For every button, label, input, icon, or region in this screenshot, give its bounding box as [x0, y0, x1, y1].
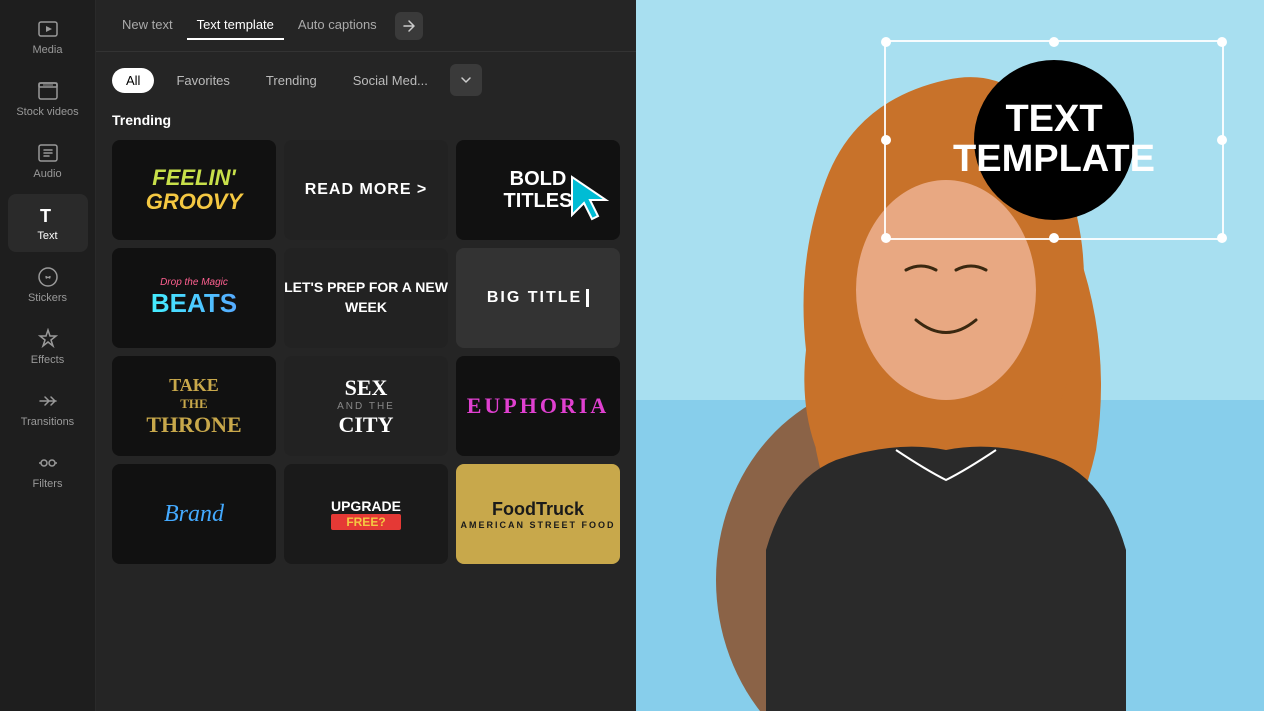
template-grid-row1: FEELIN' GROOVY READ MORE > BOLD TITLES	[112, 140, 620, 564]
sidebar-item-media[interactable]: Media	[8, 8, 88, 66]
filters-icon	[37, 452, 59, 474]
sidebar-filters-label: Filters	[33, 478, 63, 490]
template-card-beats[interactable]: Drop the Magic BEATS	[112, 248, 276, 348]
tabs-more-button[interactable]	[395, 12, 423, 40]
template-card-sex-city[interactable]: SEX AND THE CITY	[284, 356, 448, 456]
text-template-overlay[interactable]: TEXT TEMPLATE	[884, 40, 1224, 240]
template-card-bold-titles[interactable]: BOLD TITLES	[456, 140, 620, 240]
prep-week-text: LET'S PREP FOR A NEW WEEK	[284, 278, 448, 317]
sidebar-item-text[interactable]: T Text	[8, 194, 88, 252]
tab-auto-captions[interactable]: Auto captions	[288, 11, 387, 40]
template-card-feelin-groovy[interactable]: FEELIN' GROOVY	[112, 140, 276, 240]
take-text: TAKE	[146, 375, 241, 396]
sidebar-transitions-label: Transitions	[21, 416, 74, 428]
template-card-euphoria[interactable]: EUPHORIA	[456, 356, 620, 456]
sidebar-item-filters[interactable]: Filters	[8, 442, 88, 500]
media-icon	[37, 18, 59, 40]
templates-area: Trending FEELIN' GROOVY READ MORE >	[96, 108, 636, 711]
text-icon: T	[37, 204, 59, 226]
bold-titles-text: BOLD TITLES	[504, 168, 573, 212]
template-card-take-throne[interactable]: TAKE THE THRONE	[112, 356, 276, 456]
american-text: AMERICAN STREET FOOD	[460, 520, 615, 530]
sidebar-item-audio[interactable]: Audio	[8, 132, 88, 190]
audio-icon	[37, 142, 59, 164]
sidebar-item-effects[interactable]: Effects	[8, 318, 88, 376]
handle-top-middle[interactable]	[1049, 37, 1059, 47]
big-title-text: BIG TITLE	[487, 289, 589, 307]
sidebar-stock-label: Stock videos	[16, 106, 78, 118]
template-card-read-more[interactable]: READ MORE >	[284, 140, 448, 240]
filter-row: All Favorites Trending Social Med...	[96, 52, 636, 108]
throne-text: THRONE	[146, 412, 241, 438]
panel: New text Text template Auto captions All…	[96, 0, 636, 711]
template-card-big-title[interactable]: BIG TITLE	[456, 248, 620, 348]
main-canvas: TEXT TEMPLATE	[636, 0, 1264, 711]
beats-text: BEATS	[151, 288, 237, 319]
panel-tabs: New text Text template Auto captions	[96, 0, 636, 52]
sex-text: SEX	[337, 375, 395, 401]
filter-trending[interactable]: Trending	[252, 68, 331, 93]
upgrade-text: UPGRADE	[331, 498, 401, 514]
sidebar-item-transitions[interactable]: Transitions	[8, 380, 88, 438]
sidebar-item-stickers[interactable]: Stickers	[8, 256, 88, 314]
sidebar: Media Stock videos Audio	[0, 0, 96, 711]
sidebar-item-stock-videos[interactable]: Stock videos	[8, 70, 88, 128]
effects-icon	[37, 328, 59, 350]
text-template-content: TEXT TEMPLATE	[974, 60, 1134, 220]
handle-bottom-left[interactable]	[881, 233, 891, 243]
drop-magic-text: Drop the Magic	[151, 277, 237, 288]
handle-top-left[interactable]	[881, 37, 891, 47]
text-template-words: TEXT TEMPLATE	[953, 100, 1155, 180]
stock-videos-icon	[37, 80, 59, 102]
brand-text: Brand	[164, 501, 224, 528]
handle-middle-left[interactable]	[881, 135, 891, 145]
handle-middle-right[interactable]	[1217, 135, 1227, 145]
cursor-arrow-icon	[568, 173, 612, 228]
groovy-text: GROOVY	[146, 190, 243, 214]
the-text: THE	[146, 396, 241, 412]
and-text: AND THE	[337, 401, 395, 412]
template-card-foodtruck[interactable]: FoodTruck AMERICAN STREET FOOD	[456, 464, 620, 564]
template-card-upgrade[interactable]: UPGRADE FREE?	[284, 464, 448, 564]
tab-text-template[interactable]: Text template	[187, 11, 284, 40]
template-card-brand[interactable]: Brand	[112, 464, 276, 564]
transitions-icon	[37, 390, 59, 412]
sidebar-text-label: Text	[37, 230, 57, 242]
sidebar-stickers-label: Stickers	[28, 292, 67, 304]
filter-all[interactable]: All	[112, 68, 154, 93]
section-trending-title: Trending	[112, 112, 620, 128]
handle-bottom-middle[interactable]	[1049, 233, 1059, 243]
free-text: FREE?	[331, 514, 401, 530]
sidebar-media-label: Media	[33, 44, 63, 56]
svg-text:T: T	[40, 206, 51, 226]
sidebar-effects-label: Effects	[31, 354, 64, 366]
app-container: Media Stock videos Audio	[0, 0, 1264, 711]
read-more-text: READ MORE >	[305, 181, 428, 199]
sidebar-audio-label: Audio	[33, 168, 61, 180]
stickers-icon	[37, 266, 59, 288]
filter-social-media[interactable]: Social Med...	[339, 68, 442, 93]
feelin-text: FEELIN'	[146, 166, 243, 190]
handle-top-right[interactable]	[1217, 37, 1227, 47]
city-text: CITY	[337, 412, 395, 438]
filter-dropdown-button[interactable]	[450, 64, 482, 96]
foodtruck-text: FoodTruck	[460, 499, 615, 520]
text-template-circle: TEXT TEMPLATE	[974, 60, 1134, 220]
handle-bottom-right[interactable]	[1217, 233, 1227, 243]
euphoria-text: EUPHORIA	[467, 393, 610, 419]
tab-new-text[interactable]: New text	[112, 11, 183, 40]
template-card-prep-week[interactable]: LET'S PREP FOR A NEW WEEK	[284, 248, 448, 348]
filter-favorites[interactable]: Favorites	[162, 68, 243, 93]
